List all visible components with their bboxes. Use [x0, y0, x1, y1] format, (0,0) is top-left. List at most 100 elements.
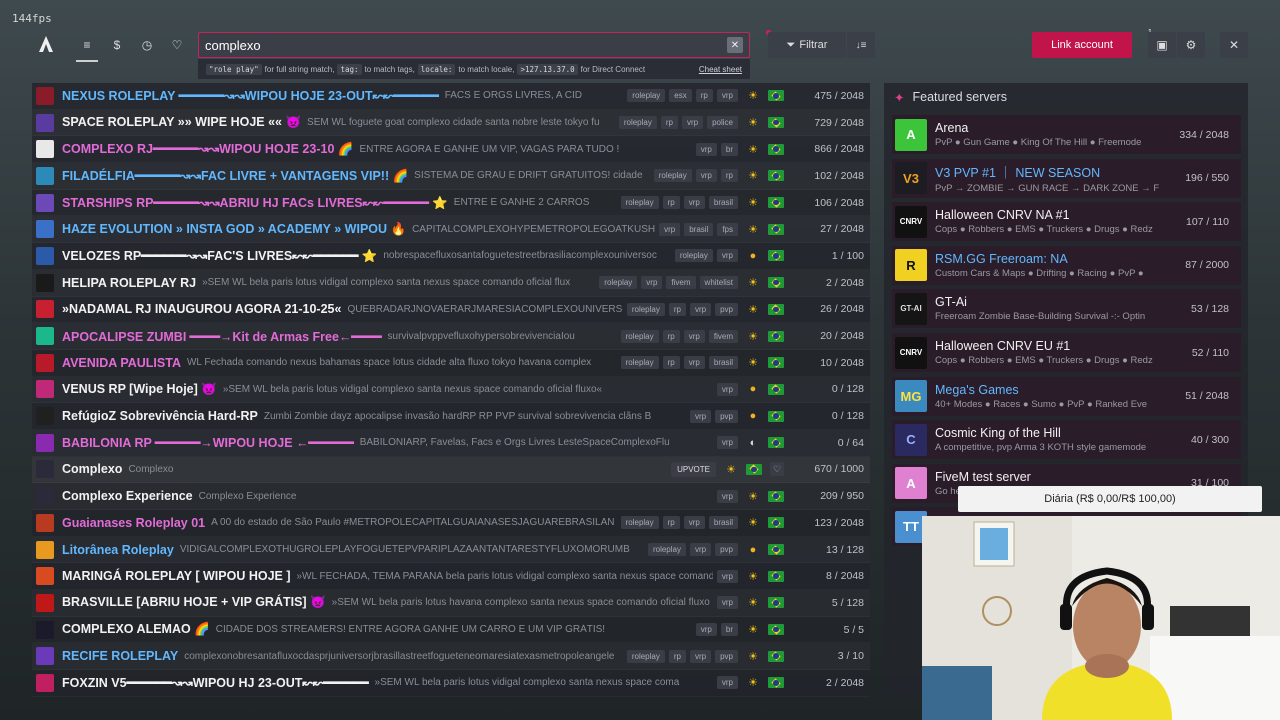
server-tag[interactable]: rp — [662, 329, 680, 343]
server-tag[interactable]: roleplay — [626, 649, 665, 663]
server-row[interactable]: BRASVILLE [ABRIU HOJE + VIP GRÁTIS] 👿 »SE… — [32, 590, 870, 617]
server-tag[interactable]: pvp — [715, 649, 738, 663]
server-tag[interactable]: brasil — [708, 356, 738, 370]
server-tag[interactable]: police — [707, 116, 738, 130]
server-row[interactable]: VENUS RP [Wipe Hoje] 👿 »SEM WL bela paris… — [32, 377, 870, 404]
server-tag[interactable]: vrp — [716, 569, 738, 583]
server-row[interactable]: MARINGÁ ROLEPLAY [ WIPOU HOJE ] »WL FECHA… — [32, 563, 870, 590]
featured-server-card[interactable]: CNRV Halloween CNRV EU #1 Cops ● Robbers ●… — [892, 333, 1241, 372]
server-row[interactable]: Guaianases Roleplay 01 A 00 do estado de … — [32, 510, 870, 537]
server-row[interactable]: HELIPA ROLEPLAY RJ »SEM WL bela paris lot… — [32, 270, 870, 297]
servers-list-icon[interactable]: ≡ — [76, 34, 98, 62]
server-tag[interactable]: vrp — [683, 196, 705, 210]
featured-server-card[interactable]: CNRV Halloween CNRV NA #1 Cops ● Robbers ●… — [892, 202, 1241, 242]
server-tag[interactable]: vrp — [716, 676, 738, 690]
server-row[interactable]: COMPLEXO ALEMAO 🌈 CIDADE DOS STREAMERS! E… — [32, 617, 870, 644]
premium-icon[interactable]: $ — [106, 34, 128, 56]
link-account-button[interactable]: Link account — [1032, 32, 1132, 58]
server-tag[interactable]: rp — [660, 116, 678, 130]
server-tag[interactable]: roleplay — [620, 196, 659, 210]
server-tag[interactable]: vrp — [716, 489, 738, 503]
app-logo[interactable] — [36, 34, 56, 54]
server-tag[interactable]: vrp — [641, 276, 663, 290]
server-tag[interactable]: brasil — [708, 196, 738, 210]
server-tag[interactable]: vrp — [683, 329, 705, 343]
server-tag[interactable]: vrp — [716, 89, 738, 103]
server-tag[interactable]: rp — [695, 89, 713, 103]
featured-server-card[interactable]: R RSM.GG Freeroam: NA Custom Cars & Maps ●… — [892, 245, 1241, 285]
server-tag[interactable]: roleplay — [620, 516, 659, 530]
close-icon[interactable]: ✕ — [1220, 32, 1248, 58]
server-tag[interactable]: br — [720, 142, 738, 156]
server-tag[interactable]: vrp — [659, 222, 681, 236]
server-tag[interactable]: br — [720, 623, 738, 637]
server-tag[interactable]: roleplay — [674, 249, 713, 263]
server-row[interactable]: Litorânea Roleplay VIDIGALCOMPLEXOTHUGROL… — [32, 537, 870, 564]
server-tag[interactable]: pvp — [715, 302, 738, 316]
server-tag[interactable]: vrp — [716, 382, 738, 396]
featured-server-card[interactable]: MG Mega's Games 40+ Modes ● Races ● Sumo ●… — [892, 376, 1241, 416]
upvote-button[interactable]: UPVOTE — [671, 461, 716, 477]
server-row[interactable]: »NADAMAL RJ INAUGUROU AGORA 21-10-25« QUE… — [32, 297, 870, 324]
history-icon[interactable]: ◷ — [136, 34, 158, 56]
server-tag[interactable]: rp — [662, 356, 680, 370]
server-row[interactable]: APOCALIPSE ZUMBI ━━━━→Kit de Armas Free←… — [32, 323, 870, 350]
server-row[interactable]: Complexo Complexo UPVOTE ☀ ♡ 670 / 1000 — [32, 456, 870, 484]
server-row[interactable]: AVENIDA PAULISTA WL Fechada comando nexus… — [32, 350, 870, 377]
filter-button[interactable]: ⏷ Filtrar — [768, 32, 846, 58]
server-tag[interactable]: vrp — [716, 249, 738, 263]
server-tag[interactable]: roleplay — [620, 356, 659, 370]
server-tag[interactable]: fps — [717, 222, 738, 236]
server-tag[interactable]: rp — [668, 649, 686, 663]
server-row[interactable]: NEXUS ROLEPLAY ━━━━━━↝↝WIPOU HOJE 23-OUT… — [32, 83, 870, 110]
server-tag[interactable]: vrp — [683, 356, 705, 370]
server-row[interactable]: FOXZIN V5━━━━━━↝↝WIPOU HJ 23-OUT↜↜━━━━━━… — [32, 670, 870, 697]
server-tag[interactable]: roleplay — [647, 543, 686, 557]
server-tag[interactable]: vrp — [695, 623, 717, 637]
server-tag[interactable]: brasil — [708, 516, 738, 530]
server-tag[interactable]: pvp — [715, 543, 738, 557]
server-tag[interactable]: vrp — [695, 169, 717, 183]
server-tag[interactable]: vrp — [716, 596, 738, 610]
server-tag[interactable]: vrp — [689, 543, 712, 557]
server-tag[interactable]: roleplay — [599, 276, 638, 290]
server-row[interactable]: RECIFE ROLEPLAY complexonobresantafluxocd… — [32, 643, 870, 670]
server-tag[interactable]: pvp — [715, 409, 738, 423]
server-tag[interactable]: roleplay — [626, 302, 665, 316]
server-tag[interactable]: rp — [662, 516, 680, 530]
server-tag[interactable]: fivem — [708, 329, 738, 343]
server-tag[interactable]: vrp — [689, 649, 712, 663]
cheat-sheet-link[interactable]: Cheat sheet — [699, 65, 742, 74]
server-row[interactable]: FILADÉLFIA━━━━━━↝↝FAC LIVRE + VANTAGENS … — [32, 163, 870, 190]
favorite-heart-icon[interactable]: ♡ — [770, 462, 784, 477]
server-tag[interactable]: vrp — [689, 409, 712, 423]
server-tag[interactable]: rp — [720, 169, 738, 183]
clear-search-icon[interactable]: ✕ — [727, 37, 743, 53]
server-tag[interactable]: whitelist — [699, 276, 738, 290]
notifications-icon[interactable]: ▣ — [1148, 32, 1176, 58]
server-tag[interactable]: vrp — [689, 302, 712, 316]
server-tag[interactable]: rp — [662, 196, 680, 210]
server-tag[interactable]: roleplay — [627, 89, 666, 103]
server-tag[interactable]: brasil — [684, 222, 714, 236]
server-tag[interactable]: roleplay — [620, 329, 659, 343]
server-tag[interactable]: vrp — [681, 116, 704, 130]
featured-server-card[interactable]: GT-AI GT-Ai Freeroam Zombie Base-Building … — [892, 289, 1241, 329]
server-row[interactable]: STARSHIPS RP━━━━━━↝↝ABRIU HJ FACs LIVRES… — [32, 190, 870, 217]
server-tag[interactable]: vrp — [683, 516, 705, 530]
settings-gear-icon[interactable]: ⚙ — [1177, 32, 1205, 58]
server-tag[interactable]: fivem — [666, 276, 696, 290]
server-row[interactable]: BABILONIA RP ━━━━━━→WIPOU HOJE ←━━━━━━ BA… — [32, 430, 870, 457]
featured-server-card[interactable]: C Cosmic King of the Hill A competitive, p… — [892, 420, 1241, 460]
server-row[interactable]: VELOZES RP━━━━━━↝↝FAC'S LIVRES↜↜━━━━━━ ⭐… — [32, 243, 870, 270]
server-tag[interactable]: vrp — [716, 436, 738, 450]
server-row[interactable]: Complexo Experience Complexo Experience vr… — [32, 483, 870, 510]
server-row[interactable]: RefúgioZ Sobrevivência Hard-RP Zumbi Zomb… — [32, 403, 870, 430]
sort-icon[interactable]: ↓≡ — [847, 32, 875, 58]
server-tag[interactable]: esx — [669, 89, 692, 103]
server-tag[interactable]: rp — [668, 302, 686, 316]
search-input[interactable] — [205, 37, 727, 53]
featured-server-card[interactable]: V3 V3 PVP #1 ｜ NEW SEASON PvP → ZOMBIE → G… — [892, 158, 1241, 198]
server-tag[interactable]: roleplay — [618, 116, 657, 130]
server-row[interactable]: COMPLEXO RJ━━━━━━↝↝WIPOU HOJE 23-10 🌈 ENT… — [32, 136, 870, 163]
